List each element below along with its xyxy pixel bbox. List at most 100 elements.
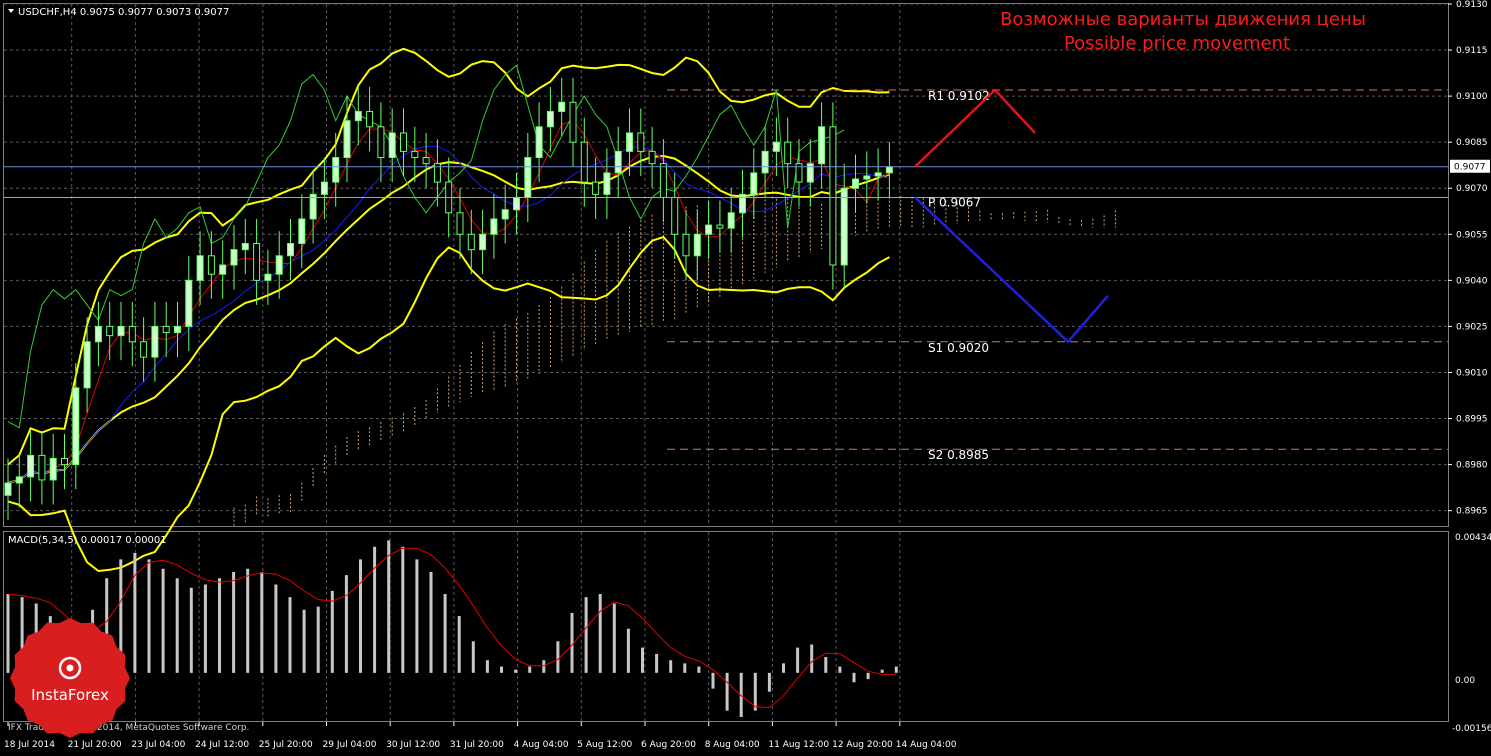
candle-body [524,157,532,198]
candle-body [38,454,46,481]
candle-body [388,132,396,159]
annotation-en: Possible price movement [1064,33,1290,54]
candles [4,77,893,520]
candle-body [332,157,340,183]
time-tick-label: 8 Aug 04:00 [705,740,760,750]
symbol-header: USDCHF,H4 0.9075 0.9077 0.9073 0.9077 [8,7,229,18]
candle-body [546,110,554,128]
time-tick-label: 14 Aug 04:00 [896,740,957,750]
candle-body [275,255,283,275]
candle-body [151,325,159,358]
candle-body [196,255,204,281]
candle-body [637,132,645,152]
candle-body [117,325,125,337]
level-label-r1: R1 0.9102 [928,89,990,103]
candle-body [818,126,826,165]
symbol-quote-line: USDCHF,H4 0.9075 0.9077 0.9073 0.9077 [18,7,229,18]
candle-body [377,126,385,159]
macd-axis-top: 0.00434 [1455,533,1491,543]
candle-body [83,341,91,389]
candle-body [852,178,859,189]
candle-body [422,157,430,165]
candle-body [411,150,419,159]
candle-body [61,457,68,466]
candle-body [467,233,475,251]
candle-body [343,120,351,159]
candle-body [648,150,656,165]
macd-axis-bottom: -0.00156 [1452,724,1491,734]
candle-body [727,212,735,229]
candle-body [241,243,249,251]
macd-label: MACD(5,34,5) 0.00017 0.00001 [8,535,167,546]
window-menu-triangle-icon[interactable] [8,9,14,13]
candle-body [162,325,170,334]
price-tick-label: 0.8965 [1456,507,1488,517]
candle-body [219,264,227,275]
candle-body [535,126,543,159]
candle-body [716,224,724,229]
candle-body [15,476,23,484]
price-tick-label: 0.9115 [1456,46,1488,56]
time-tick-label: 18 Jul 2014 [4,740,55,750]
time-tick-label: 4 Aug 04:00 [514,740,569,750]
time-tick-label: 24 Jul 12:00 [195,740,249,750]
candle-body [298,218,306,245]
candle-body [558,101,566,112]
time-tick-label: 30 Jul 12:00 [386,740,440,750]
time-tick-label: 6 Aug 20:00 [641,740,696,750]
candle-body [671,196,679,235]
candle-body [264,273,272,281]
pivot-levels: 0.9077 R1 0.9102 P 0.9067 S1 0.9020 S2 0.898… [4,89,1490,462]
candle-body [366,110,374,128]
candle-body [320,181,328,195]
forecast-down-line [914,196,1109,344]
time-tick-label: 31 Jul 20:00 [450,740,504,750]
time-tick-label: 29 Jul 04:00 [323,740,377,750]
candle-body [253,243,261,281]
candle-body [580,141,588,183]
level-label-s1: S1 0.9020 [928,341,989,355]
candle-body [4,482,12,496]
candle-body [49,457,57,481]
candle-body [230,249,238,266]
macd-signal-line [7,547,897,709]
time-tick-label: 21 Jul 20:00 [68,740,122,750]
annotation-ru: Возможные варианты движения цены [1000,9,1366,30]
candle-body [287,243,294,257]
candle-body [185,279,193,327]
current-price-label: 0.9077 [1454,163,1486,173]
macd-axis-zero: 0.00 [1455,676,1475,686]
candle-body [106,325,114,337]
price-tick-label: 0.9025 [1456,322,1488,332]
candle-body [354,110,362,122]
candle-body [659,163,667,198]
candle-body [705,224,713,235]
candle-body [885,166,893,174]
candle-body [682,233,690,257]
candle-body [400,132,407,152]
candle-body [614,150,622,174]
candle-body [693,233,701,257]
instaforex-logo[interactable]: InstaForex [10,618,130,738]
candle-body [829,126,837,266]
candle-body [761,150,769,174]
level-label-s2: S2 0.8985 [928,448,989,462]
price-tick-label: 0.9085 [1456,138,1488,148]
usdchf-h4-chart[interactable]: 0.9077 R1 0.9102 P 0.9067 S1 0.9020 S2 0.898… [0,0,1491,752]
candle-body [479,233,487,251]
chart-window: 0.9077 R1 0.9102 P 0.9067 S1 0.9020 S2 0.898… [0,0,1491,752]
candle-body [94,325,102,343]
forecast-lines [914,88,1109,344]
candle-body [128,325,136,343]
candle-body [784,141,792,165]
logo-text: InstaForex [31,686,109,704]
logo-emblem-core-icon [66,664,74,672]
price-tick-label: 0.9130 [1456,0,1488,10]
price-tick-label: 0.9070 [1456,184,1488,194]
candle-body [592,181,600,195]
candle-body [72,387,80,466]
candle-body [140,341,148,358]
price-tick-label: 0.9040 [1456,276,1488,286]
candle-body [309,193,317,220]
macd-panel [6,540,898,717]
